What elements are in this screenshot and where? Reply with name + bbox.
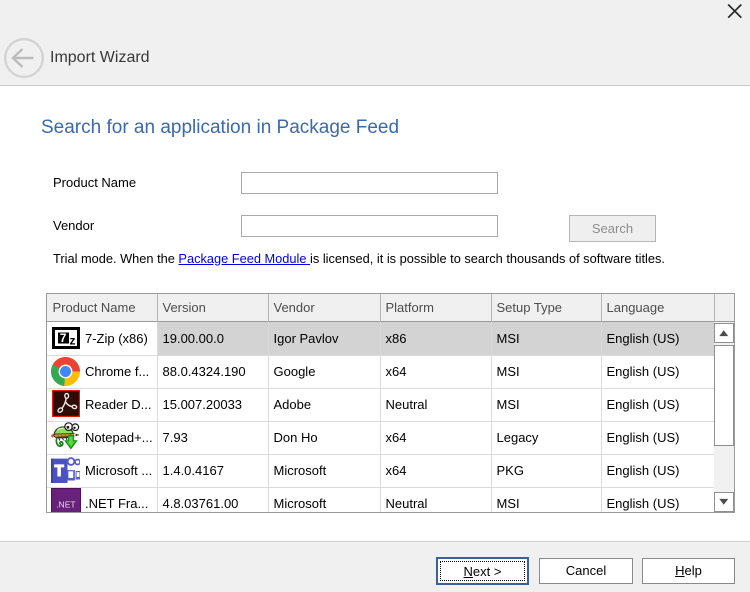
svg-text:z: z xyxy=(70,334,76,348)
svg-text:7: 7 xyxy=(60,331,67,345)
svg-text:.NET: .NET xyxy=(56,500,75,510)
